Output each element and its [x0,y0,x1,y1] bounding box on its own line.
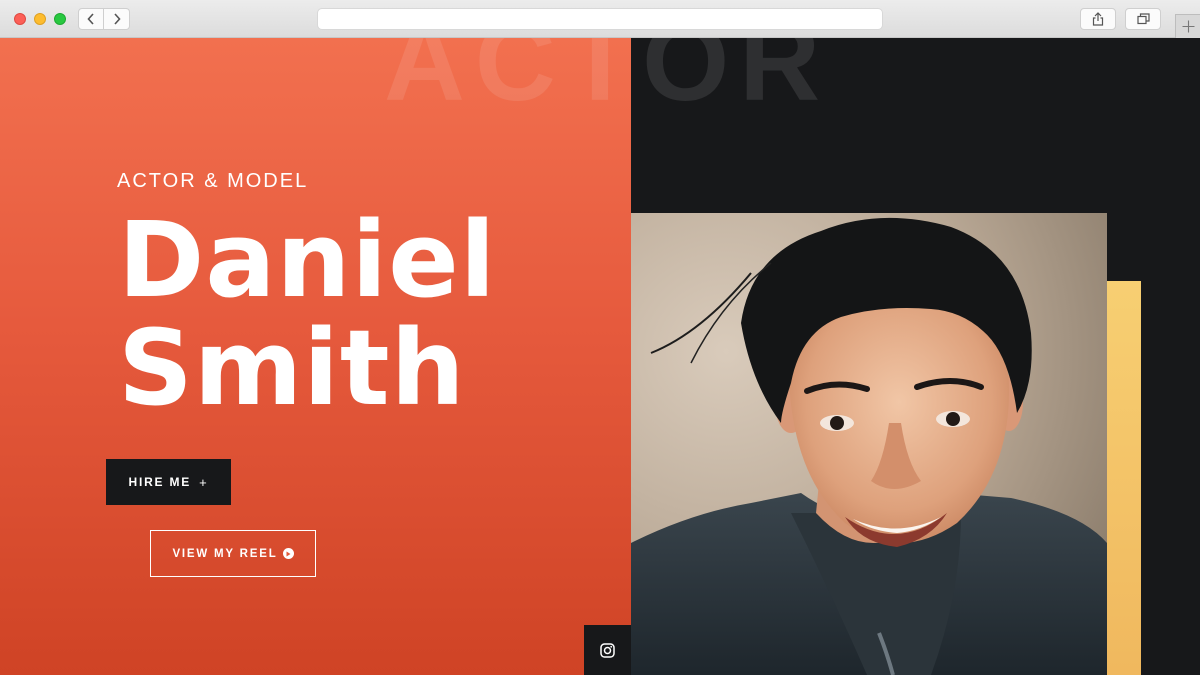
share-button[interactable] [1080,8,1116,30]
play-circle-icon [282,548,294,559]
instagram-button[interactable] [584,625,631,675]
accent-bar [1104,281,1141,675]
new-tab-button[interactable] [1175,14,1200,38]
last-name: Smith [118,307,466,429]
plus-icon: + [199,474,209,490]
chevron-left-icon [87,13,94,25]
hire-me-button[interactable]: HIRE ME + [106,459,231,505]
subtitle: ACTOR & MODEL [117,170,309,192]
zoom-window-button[interactable] [54,13,66,25]
forward-button[interactable] [104,8,130,30]
page-content: ACTOR ACTOR & MODEL Daniel Smith HIRE ME… [0,38,1200,675]
hero-name: Daniel Smith [118,206,496,422]
view-reel-button[interactable]: VIEW MY REEL [150,530,316,577]
share-icon [1092,12,1104,26]
tabs-icon [1136,13,1150,25]
close-window-button[interactable] [14,13,26,25]
portrait-illustration [631,213,1107,675]
back-button[interactable] [78,8,104,30]
portrait-photo [631,213,1107,675]
minimize-window-button[interactable] [34,13,46,25]
chevron-right-icon [113,13,121,25]
hire-me-label: HIRE ME [128,475,192,489]
first-name: Daniel [118,199,497,321]
view-reel-label: VIEW MY REEL [172,547,278,560]
browser-toolbar [0,0,1200,38]
address-bar[interactable] [317,8,883,30]
instagram-icon [600,642,615,658]
plus-icon [1182,20,1194,33]
show-tabs-button[interactable] [1125,8,1161,30]
background-word: ACTOR [384,38,831,124]
